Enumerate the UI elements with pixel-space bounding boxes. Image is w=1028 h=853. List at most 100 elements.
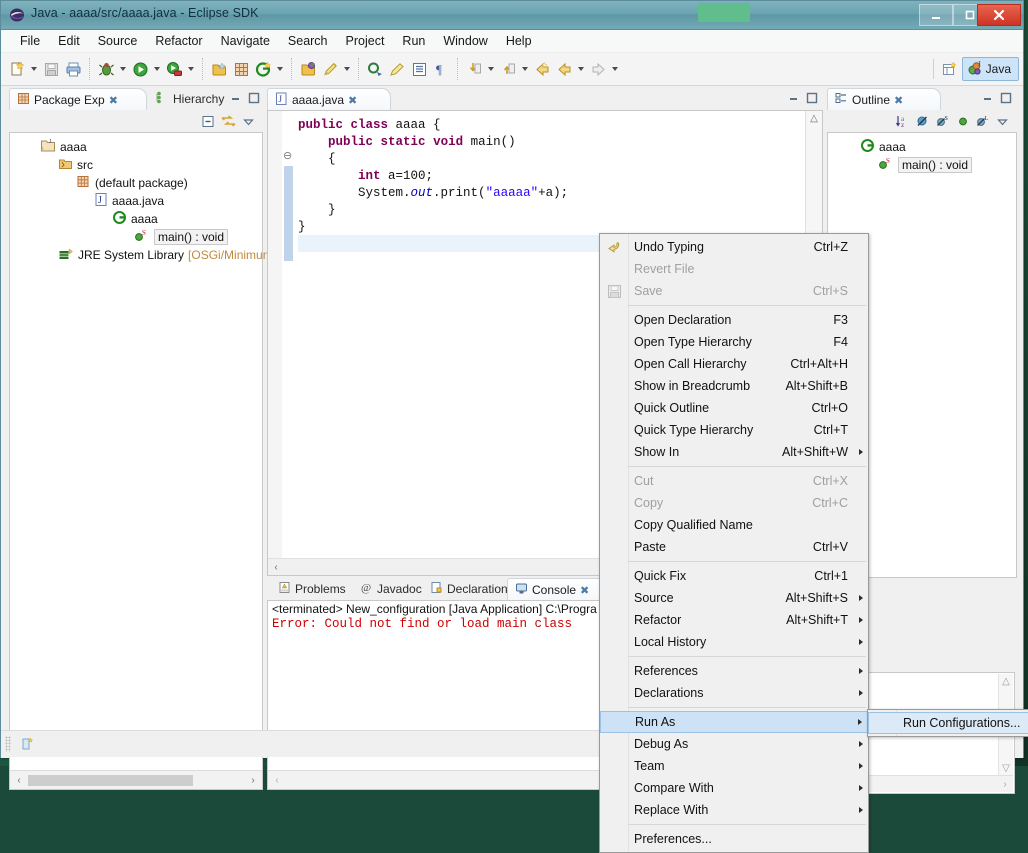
menu-item-refactor[interactable]: Refactor Alt+Shift+T xyxy=(600,609,868,631)
menu-item-copy-qualified-name[interactable]: Copy Qualified Name xyxy=(600,514,868,536)
menu-item-run-configurations[interactable]: Run Configurations... xyxy=(868,712,1028,734)
menu-item-open-type-hierarchy[interactable]: Open Type Hierarchy F4 xyxy=(600,331,868,353)
menu-source[interactable]: Source xyxy=(89,32,147,50)
menu-item-open-declaration[interactable]: Open Declaration F3 xyxy=(600,309,868,331)
menu-item-references[interactable]: References xyxy=(600,660,868,682)
menu-refactor[interactable]: Refactor xyxy=(146,32,211,50)
chevron-down-icon[interactable] xyxy=(519,58,531,80)
scroll-down-arrow[interactable]: ▽ xyxy=(999,761,1013,775)
chevron-down-icon[interactable] xyxy=(485,58,497,80)
menu-item-run-as[interactable]: Run As xyxy=(600,711,868,733)
tab-package-explorer[interactable]: Package Exp ✖ xyxy=(9,88,147,111)
run-icon[interactable] xyxy=(129,58,151,80)
chevron-down-icon[interactable] xyxy=(575,58,587,80)
perspective-java-button[interactable]: J Java xyxy=(962,57,1019,81)
back-history-icon[interactable] xyxy=(531,58,553,80)
view-menu-icon[interactable] xyxy=(994,113,1011,130)
tree-item-src[interactable]: src xyxy=(10,156,262,174)
show-whitespace-icon[interactable]: ¶ xyxy=(430,58,452,80)
menu-navigate[interactable]: Navigate xyxy=(212,32,279,50)
tab-outline[interactable]: Outline ✖ xyxy=(827,88,941,111)
open-perspective-icon[interactable] xyxy=(938,57,962,81)
tab-console[interactable]: Console ✖ xyxy=(507,578,611,601)
scroll-left-arrow[interactable]: ‹ xyxy=(268,559,284,575)
external-tools-icon[interactable] xyxy=(163,58,185,80)
save-icon[interactable] xyxy=(40,58,62,80)
tree-item-default-package[interactable]: (default package) xyxy=(10,174,262,192)
tab-hierarchy[interactable]: Hierarchy xyxy=(149,88,231,110)
menu-item-replace-with[interactable]: Replace With xyxy=(600,799,868,821)
menu-item-show-in-breadcrumb[interactable]: Show in Breadcrumb Alt+Shift+B xyxy=(600,375,868,397)
link-with-editor-icon[interactable] xyxy=(220,113,237,130)
menu-run[interactable]: Run xyxy=(393,32,434,50)
view-menu-icon[interactable] xyxy=(240,113,257,130)
menu-item-declarations[interactable]: Declarations xyxy=(600,682,868,704)
chevron-down-icon[interactable] xyxy=(274,58,286,80)
chevron-down-icon[interactable] xyxy=(151,58,163,80)
new-java-project-icon[interactable] xyxy=(252,58,274,80)
menu-file[interactable]: File xyxy=(11,32,49,50)
scroll-up-arrow[interactable]: △ xyxy=(999,674,1013,688)
forward-history-icon[interactable] xyxy=(553,58,575,80)
search-pencil-icon[interactable] xyxy=(319,58,341,80)
editor-folding-column[interactable]: ⊖ xyxy=(282,111,296,575)
chevron-down-icon[interactable] xyxy=(185,58,197,80)
step-into-icon[interactable] xyxy=(463,58,485,80)
maximize-icon[interactable] xyxy=(999,91,1013,105)
scroll-right-arrow[interactable]: › xyxy=(997,779,1013,790)
chevron-down-icon[interactable] xyxy=(28,58,40,80)
package-explorer-hscrollbar[interactable]: ‹ › xyxy=(10,770,262,789)
hide-local-types-icon[interactable]: L xyxy=(974,113,991,130)
menu-item-quick-type-hierarchy[interactable]: Quick Type Hierarchy Ctrl+T xyxy=(600,419,868,441)
maximize-icon[interactable] xyxy=(247,91,261,105)
menu-item-local-history[interactable]: Local History xyxy=(600,631,868,653)
menu-search[interactable]: Search xyxy=(279,32,337,50)
close-button[interactable] xyxy=(977,4,1021,26)
menu-item-show-in[interactable]: Show In Alt+Shift+W xyxy=(600,441,868,463)
menu-help[interactable]: Help xyxy=(497,32,541,50)
minimize-button[interactable] xyxy=(919,4,953,26)
hide-static-icon[interactable]: S xyxy=(934,113,951,130)
menu-item-quick-outline[interactable]: Quick Outline Ctrl+O xyxy=(600,397,868,419)
new-file-icon[interactable] xyxy=(6,58,28,80)
tree-item-main-method[interactable]: S main() : void xyxy=(10,228,262,246)
toggle-block-icon[interactable] xyxy=(408,58,430,80)
tab-aaaa-java[interactable]: J aaaa.java ✖ xyxy=(267,88,391,111)
step-return-icon[interactable] xyxy=(497,58,519,80)
tab-declaration[interactable]: Declaration xyxy=(423,578,515,600)
scroll-thumb[interactable] xyxy=(28,775,193,786)
menu-project[interactable]: Project xyxy=(337,32,394,50)
fold-collapse-icon[interactable]: ⊖ xyxy=(283,149,292,162)
outline-item-class[interactable]: aaaa xyxy=(828,138,1016,156)
menu-item-team[interactable]: Team xyxy=(600,755,868,777)
minimize-icon[interactable] xyxy=(981,91,995,105)
new-package-icon[interactable] xyxy=(230,58,252,80)
tree-item-jre-library[interactable]: JRE System Library [OSGi/Minimun xyxy=(10,246,262,264)
close-icon[interactable]: ✖ xyxy=(894,94,903,107)
menu-item-preferences[interactable]: Preferences... xyxy=(600,828,868,850)
chevron-down-icon[interactable] xyxy=(609,58,621,80)
tree-item-java-file[interactable]: J aaaa.java xyxy=(10,192,262,210)
last-edit-icon[interactable] xyxy=(386,58,408,80)
minimize-icon[interactable] xyxy=(787,91,801,105)
tab-problems[interactable]: Problems xyxy=(271,578,353,600)
menu-item-undo-typing[interactable]: Undo Typing Ctrl+Z xyxy=(600,236,868,258)
debug-icon[interactable] xyxy=(95,58,117,80)
menu-item-quick-fix[interactable]: Quick Fix Ctrl+1 xyxy=(600,565,868,587)
close-icon[interactable]: ✖ xyxy=(580,584,589,597)
sort-az-icon[interactable]: a z xyxy=(894,113,911,130)
open-resource-icon[interactable] xyxy=(297,58,319,80)
menu-item-paste[interactable]: Paste Ctrl+V xyxy=(600,536,868,558)
tree-item-class[interactable]: aaaa xyxy=(10,210,262,228)
print-icon[interactable] xyxy=(62,58,84,80)
hide-nonpublic-icon[interactable] xyxy=(954,113,971,130)
menu-item-debug-as[interactable]: Debug As xyxy=(600,733,868,755)
chevron-down-icon[interactable] xyxy=(341,58,353,80)
outline-item-main-method[interactable]: S main() : void xyxy=(828,156,1016,174)
menu-item-open-call-hierarchy[interactable]: Open Call Hierarchy Ctrl+Alt+H xyxy=(600,353,868,375)
tree-item-project[interactable]: J aaaa xyxy=(10,138,262,156)
menu-window[interactable]: Window xyxy=(434,32,496,50)
scroll-right-arrow[interactable]: › xyxy=(244,775,262,786)
next-icon[interactable] xyxy=(587,58,609,80)
scroll-left-arrow[interactable]: ‹ xyxy=(10,775,28,786)
